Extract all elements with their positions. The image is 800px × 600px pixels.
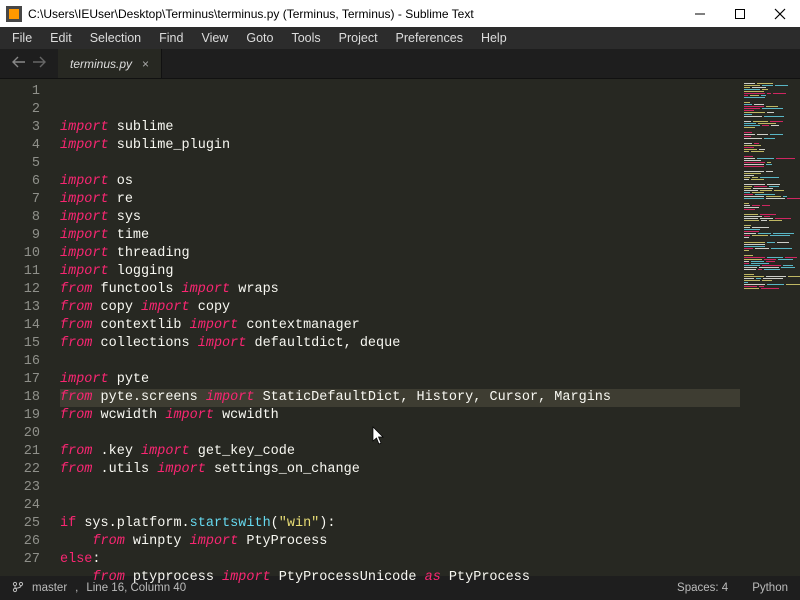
menu-tools[interactable]: Tools xyxy=(283,29,328,47)
menu-edit[interactable]: Edit xyxy=(42,29,80,47)
line-number: 20 xyxy=(0,425,40,443)
status-syntax[interactable]: Python xyxy=(752,582,788,594)
code-line[interactable]: from wcwidth import wcwidth xyxy=(60,407,740,425)
line-number: 22 xyxy=(0,461,40,479)
menu-find[interactable]: Find xyxy=(151,29,191,47)
menu-preferences[interactable]: Preferences xyxy=(388,29,471,47)
line-number: 27 xyxy=(0,551,40,569)
menu-goto[interactable]: Goto xyxy=(238,29,281,47)
code-line[interactable] xyxy=(60,425,740,443)
line-number: 7 xyxy=(0,191,40,209)
code-line[interactable]: import sys xyxy=(60,209,740,227)
code-line[interactable]: from pyte.screens import StaticDefaultDi… xyxy=(60,389,740,407)
line-number: 17 xyxy=(0,371,40,389)
code-line[interactable]: from collections import defaultdict, deq… xyxy=(60,335,740,353)
line-number: 6 xyxy=(0,173,40,191)
line-number: 8 xyxy=(0,209,40,227)
code-line[interactable]: from .key import get_key_code xyxy=(60,443,740,461)
code-line[interactable] xyxy=(60,587,740,600)
code-line[interactable] xyxy=(60,479,740,497)
close-button[interactable] xyxy=(760,0,800,27)
tab-row: terminus.py × xyxy=(0,49,800,79)
line-number: 12 xyxy=(0,281,40,299)
line-number: 4 xyxy=(0,137,40,155)
gutter: 1234567891011121314151617181920212223242… xyxy=(0,79,52,576)
line-number: 25 xyxy=(0,515,40,533)
code-line[interactable]: import pyte xyxy=(60,371,740,389)
code-line[interactable]: else: xyxy=(60,551,740,569)
menu-project[interactable]: Project xyxy=(331,29,386,47)
code-line[interactable]: import re xyxy=(60,191,740,209)
line-number: 23 xyxy=(0,479,40,497)
menu-help[interactable]: Help xyxy=(473,29,515,47)
code-line[interactable]: from functools import wraps xyxy=(60,281,740,299)
nav-forward-icon[interactable] xyxy=(32,56,46,71)
code-line[interactable]: import sublime xyxy=(60,119,740,137)
line-number: 1 xyxy=(0,83,40,101)
code-line[interactable]: import sublime_plugin xyxy=(60,137,740,155)
nav-back-icon[interactable] xyxy=(12,56,26,71)
menu-file[interactable]: File xyxy=(4,29,40,47)
line-number: 18 xyxy=(0,389,40,407)
window-controls xyxy=(680,0,800,27)
line-number: 10 xyxy=(0,245,40,263)
code-line[interactable] xyxy=(60,155,740,173)
code-area[interactable]: import sublimeimport sublime_pluginimpor… xyxy=(52,79,740,576)
code-line[interactable]: if sys.platform.startswith("win"): xyxy=(60,515,740,533)
menu-view[interactable]: View xyxy=(193,29,236,47)
line-number: 11 xyxy=(0,263,40,281)
line-number: 9 xyxy=(0,227,40,245)
code-line[interactable]: from contextlib import contextmanager xyxy=(60,317,740,335)
line-number: 2 xyxy=(0,101,40,119)
tab-close-icon[interactable]: × xyxy=(142,57,149,71)
code-line[interactable]: from .utils import settings_on_change xyxy=(60,461,740,479)
code-line[interactable]: import logging xyxy=(60,263,740,281)
code-line[interactable] xyxy=(60,353,740,371)
tab-label: terminus.py xyxy=(70,57,132,71)
minimize-button[interactable] xyxy=(680,0,720,27)
line-number: 13 xyxy=(0,299,40,317)
code-line[interactable]: from copy import copy xyxy=(60,299,740,317)
line-number: 21 xyxy=(0,443,40,461)
code-line[interactable]: from ptyprocess import PtyProcessUnicode… xyxy=(60,569,740,587)
code-line[interactable]: import threading xyxy=(60,245,740,263)
line-number: 24 xyxy=(0,497,40,515)
minimap[interactable] xyxy=(740,79,800,576)
code-line[interactable]: from winpty import PtyProcess xyxy=(60,533,740,551)
line-number: 26 xyxy=(0,533,40,551)
line-number: 15 xyxy=(0,335,40,353)
line-number: 19 xyxy=(0,407,40,425)
window-title: C:\Users\IEUser\Desktop\Terminus\terminu… xyxy=(28,7,474,21)
editor[interactable]: 1234567891011121314151617181920212223242… xyxy=(0,79,800,576)
line-number: 5 xyxy=(0,155,40,173)
maximize-button[interactable] xyxy=(720,0,760,27)
code-line[interactable]: import time xyxy=(60,227,740,245)
line-number: 3 xyxy=(0,119,40,137)
code-line[interactable]: import os xyxy=(60,173,740,191)
code-line[interactable] xyxy=(60,497,740,515)
line-number: 16 xyxy=(0,353,40,371)
menu-selection[interactable]: Selection xyxy=(82,29,149,47)
app-icon xyxy=(6,6,22,22)
line-number: 14 xyxy=(0,317,40,335)
git-branch-icon xyxy=(12,581,24,596)
tab-active[interactable]: terminus.py × xyxy=(58,49,162,78)
menubar: FileEditSelectionFindViewGotoToolsProjec… xyxy=(0,27,800,49)
window-titlebar: C:\Users\IEUser\Desktop\Terminus\terminu… xyxy=(0,0,800,27)
